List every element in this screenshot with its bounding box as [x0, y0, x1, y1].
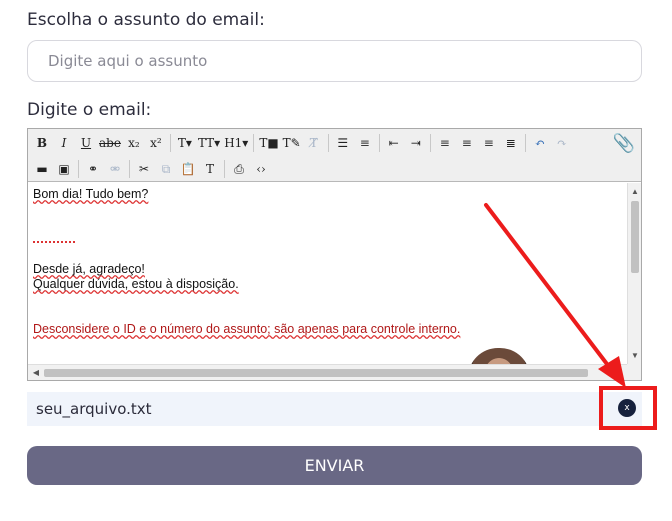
heading-button[interactable]: H1▾ [222, 132, 250, 154]
superscript-button[interactable]: x² [145, 132, 167, 154]
attachment-file-name: seu_arquivo.txt [36, 400, 152, 418]
toolbar-row-2: ▬ ▣ ⚭ ⚮ ✂ ⧉ 📋 T ⎙ ‹› [31, 157, 272, 181]
align-center-button[interactable]: ≡ [456, 132, 478, 154]
outdent-button[interactable]: ⇤ [383, 132, 405, 154]
toolbar-separator [78, 160, 79, 178]
print-button[interactable]: ⎙ [228, 158, 250, 180]
subscript-button[interactable]: x₂ [123, 132, 145, 154]
scroll-left-icon[interactable]: ◀ [29, 365, 43, 380]
insert-link-button[interactable]: ⚭ [82, 158, 104, 180]
toolbar-separator [129, 160, 130, 178]
insert-image-button[interactable]: ▣ [53, 158, 75, 180]
toolbar-separator [169, 134, 171, 152]
scrollbar-corner [627, 364, 641, 380]
text-color-button[interactable]: T■ [257, 132, 280, 154]
attachment-row: seu_arquivo.txt x [27, 392, 642, 426]
scroll-down-icon[interactable]: ▼ [628, 349, 642, 363]
underline-button[interactable]: U [75, 132, 97, 154]
subject-input[interactable] [27, 40, 642, 82]
align-left-button[interactable]: ≡ [434, 132, 456, 154]
font-family-button[interactable]: T▾ [174, 132, 196, 154]
paste-text-button[interactable]: T [199, 158, 221, 180]
toolbar-separator [224, 160, 225, 178]
scroll-right-icon[interactable]: ▶ [612, 365, 626, 380]
horizontal-scrollbar[interactable]: ◀ ▶ [28, 364, 627, 380]
horizontal-scroll-thumb[interactable] [44, 369, 588, 377]
clear-format-button[interactable]: T̸ [303, 132, 325, 154]
strikethrough-button[interactable]: abe [97, 132, 123, 154]
highlight-button[interactable]: T✎ [281, 132, 303, 154]
copy-button[interactable]: ⧉ [155, 158, 177, 180]
annotation-highlight-box [599, 386, 657, 430]
toolbar-separator [429, 134, 431, 152]
bold-button[interactable]: B [31, 132, 53, 154]
editor-line-disclaimer: Desconsidere o ID e o número do assunto;… [33, 322, 461, 336]
toolbar-separator [327, 134, 329, 152]
editor-content[interactable]: Bom dia! Tudo bem? Desde já, agradeço! Q… [28, 183, 626, 365]
italic-button[interactable]: I [53, 132, 75, 154]
editor-toolbar: B I Uabe x₂ x² T▾ TT▾ H1▾ T■ T✎ T̸ ☰ ≡ ⇤ ⇥ ≡ ≡ ≡ ≣ ↶ ↷ ▬ ▣ ⚭ ⚮ ✂… [28, 129, 641, 182]
cut-button[interactable]: ✂ [133, 158, 155, 180]
vertical-scroll-thumb[interactable] [631, 201, 639, 273]
horizontal-rule-button[interactable]: ▬ [31, 158, 53, 180]
toolbar-row-1: B I Uabe x₂ x² T▾ TT▾ H1▾ T■ T✎ T̸ ☰ ≡ ⇤ ⇥ ≡ ≡ ≡ ≣ ↶ ↷ [31, 131, 573, 155]
editor-line-questions: Qualquer dúvida, estou à disposição. [33, 277, 239, 291]
send-button[interactable]: ENVIAR [27, 446, 642, 485]
toolbar-separator [524, 134, 526, 152]
source-code-button[interactable]: ‹› [250, 158, 272, 180]
vertical-scrollbar[interactable]: ▲ ▼ [627, 183, 641, 365]
scroll-up-icon[interactable]: ▲ [628, 185, 642, 199]
email-label: Digite o email: [27, 100, 152, 120]
unlink-button[interactable]: ⚮ [104, 158, 126, 180]
font-size-button[interactable]: TT▾ [196, 132, 222, 154]
indent-button[interactable]: ⇥ [405, 132, 427, 154]
rich-text-editor[interactable]: B I Uabe x₂ x² T▾ TT▾ H1▾ T■ T✎ T̸ ☰ ≡ ⇤ ⇥ ≡ ≡ ≡ ≣ ↶ ↷ ▬ ▣ ⚭ ⚮ ✂… [27, 128, 642, 381]
justify-button[interactable]: ≣ [500, 132, 522, 154]
toolbar-separator [378, 134, 380, 152]
signature-photo [468, 348, 530, 365]
editor-line-thanks: Desde já, agradeço! [33, 262, 145, 276]
redo-button[interactable]: ↷ [551, 132, 573, 154]
align-right-button[interactable]: ≡ [478, 132, 500, 154]
bullet-list-button[interactable]: ☰ [332, 132, 354, 154]
numbered-list-button[interactable]: ≡ [354, 132, 376, 154]
undo-button[interactable]: ↶ [529, 132, 551, 154]
paste-button[interactable]: 📋 [177, 158, 199, 180]
paperclip-icon[interactable]: 📎 [613, 133, 635, 154]
toolbar-separator [253, 134, 255, 152]
editor-line-greeting: Bom dia! Tudo bem? [33, 187, 149, 201]
subject-label: Escolha o assunto do email: [27, 10, 265, 30]
empty-spellcheck-mark [33, 239, 75, 243]
